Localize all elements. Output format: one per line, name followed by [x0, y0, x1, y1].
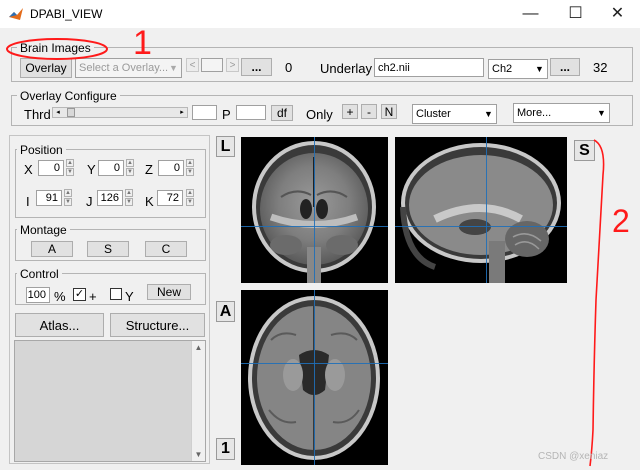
annotation-bracket [589, 139, 605, 467]
annotation-mark-1: 1 [133, 24, 152, 62]
annotation-overlay [6, 38, 605, 467]
annotation-circle [6, 38, 108, 60]
watermark: CSDN @xeniaz [538, 451, 609, 462]
annotation-mark-2: 2 [612, 203, 630, 239]
